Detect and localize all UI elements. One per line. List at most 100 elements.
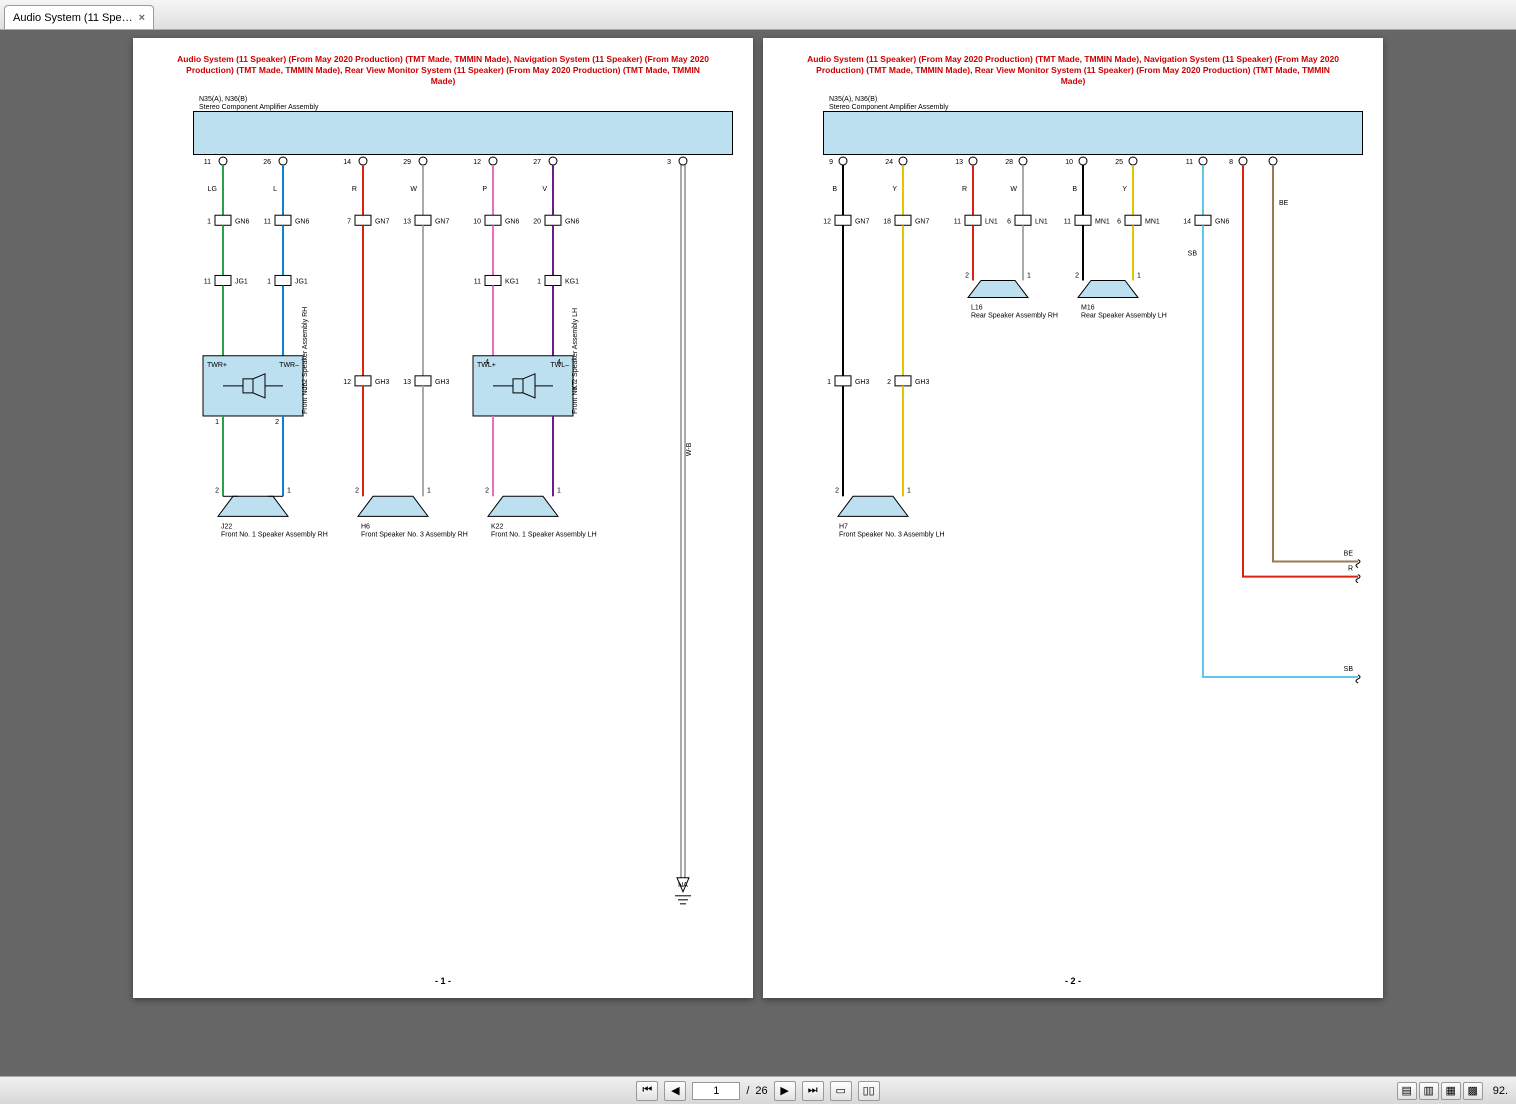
svg-text:GH3: GH3 <box>375 379 389 386</box>
prev-icon: ◀ <box>671 1084 679 1097</box>
view-mode-1-button[interactable]: ▤ <box>1397 1082 1417 1100</box>
prev-page-button[interactable]: ◀ <box>664 1081 686 1101</box>
single-page-icon: ▭ <box>835 1084 845 1097</box>
single-page-button[interactable]: ▭ <box>830 1081 852 1101</box>
svg-text:27: 27 <box>533 159 541 166</box>
svg-text:1: 1 <box>427 487 431 494</box>
svg-text:Rear Speaker Assembly RH: Rear Speaker Assembly RH <box>971 313 1058 320</box>
svg-text:J22: J22 <box>221 523 232 530</box>
svg-text:LN1: LN1 <box>985 218 998 225</box>
svg-text:GH3: GH3 <box>855 379 869 386</box>
facing-page-button[interactable]: ▯▯ <box>858 1081 880 1101</box>
svg-text:H6: H6 <box>361 523 370 530</box>
svg-text:W-B: W-B <box>686 442 693 456</box>
svg-text:GN6: GN6 <box>565 218 579 225</box>
svg-text:P: P <box>482 186 487 193</box>
workspace[interactable]: Audio System (11 Speaker) (From May 2020… <box>0 30 1516 1076</box>
svg-text:9: 9 <box>829 159 833 166</box>
svg-text:11: 11 <box>474 278 481 285</box>
last-icon: ⏭ <box>808 1084 818 1097</box>
svg-text:2: 2 <box>355 487 359 494</box>
first-page-button[interactable]: ⏮ <box>636 1081 658 1101</box>
svg-text:1: 1 <box>537 278 541 285</box>
svg-text:12: 12 <box>473 159 481 166</box>
svg-text:Y: Y <box>892 186 897 193</box>
svg-text:2: 2 <box>887 379 891 386</box>
page-1: Audio System (11 Speaker) (From May 2020… <box>133 38 753 998</box>
diagram-title: Audio System (11 Speaker) (From May 2020… <box>173 54 713 87</box>
svg-text:SB: SB <box>1344 666 1354 673</box>
svg-text:TWR–: TWR– <box>279 362 299 369</box>
svg-text:GN7: GN7 <box>375 218 389 225</box>
svg-text:LG: LG <box>208 186 217 193</box>
svg-text:GN6: GN6 <box>235 218 249 225</box>
svg-text:B: B <box>832 186 837 193</box>
svg-text:GH3: GH3 <box>435 379 449 386</box>
svg-text:W: W <box>1010 186 1017 193</box>
last-page-button[interactable]: ⏭ <box>802 1081 824 1101</box>
svg-text:2: 2 <box>275 419 279 426</box>
view-mode-2-button[interactable]: ▥ <box>1419 1082 1439 1100</box>
svg-text:24: 24 <box>885 159 893 166</box>
svg-text:7: 7 <box>347 218 351 225</box>
svg-text:K22: K22 <box>491 523 504 530</box>
svg-text:R: R <box>352 186 357 193</box>
next-page-button[interactable]: ▶ <box>774 1081 796 1101</box>
svg-text:R: R <box>1348 566 1353 573</box>
svg-text:13: 13 <box>403 379 411 386</box>
svg-text:11: 11 <box>954 218 961 225</box>
wiring-diagram-page2: TWL+ TWL– RR+ RR– RL+ RL– SPD TX+ TX– <box>823 155 1363 948</box>
svg-text:1: 1 <box>1027 272 1031 279</box>
svg-text:29: 29 <box>403 159 411 166</box>
svg-text:Y: Y <box>1122 186 1127 193</box>
svg-text:11: 11 <box>1186 159 1193 166</box>
page-number: - 2 - <box>763 976 1383 986</box>
svg-text:2: 2 <box>215 487 219 494</box>
svg-text:BE: BE <box>1344 551 1354 558</box>
svg-text:W: W <box>410 186 417 193</box>
svg-text:H7: H7 <box>839 523 848 530</box>
svg-text:Rear Speaker Assembly LH: Rear Speaker Assembly LH <box>1081 313 1167 320</box>
svg-text:14: 14 <box>1183 218 1191 225</box>
page-number: - 1 - <box>133 976 753 986</box>
view-mode-4-button[interactable]: ▩ <box>1463 1082 1483 1100</box>
svg-text:10: 10 <box>473 218 481 225</box>
svg-text:25: 25 <box>1115 159 1123 166</box>
next-icon: ▶ <box>780 1084 788 1097</box>
svg-text:1: 1 <box>1137 272 1141 279</box>
svg-text:6: 6 <box>1007 218 1011 225</box>
svg-text:6: 6 <box>1117 218 1121 225</box>
facing-page-icon: ▯▯ <box>863 1084 875 1097</box>
svg-text:11: 11 <box>204 278 211 285</box>
svg-text:1: 1 <box>215 419 219 426</box>
tab-bar: Audio System (11 Spe… × <box>0 0 1516 30</box>
svg-text:Front No. 1 Speaker Assembly L: Front No. 1 Speaker Assembly LH <box>491 531 597 538</box>
svg-text:14: 14 <box>343 159 351 166</box>
svg-text:JG1: JG1 <box>295 278 308 285</box>
svg-text:12: 12 <box>823 218 831 225</box>
svg-text:SB: SB <box>1188 250 1198 257</box>
svg-text:13: 13 <box>955 159 963 166</box>
close-icon[interactable]: × <box>139 12 145 24</box>
svg-text:TWR+: TWR+ <box>207 362 227 369</box>
svg-text:11: 11 <box>1064 218 1071 225</box>
svg-text:Front No. 2 Speaker Assembly R: Front No. 2 Speaker Assembly RH <box>302 307 309 414</box>
svg-text:MN1: MN1 <box>1145 218 1160 225</box>
svg-text:NA: NA <box>678 882 688 889</box>
svg-text:11: 11 <box>204 159 211 166</box>
view-mode-3-button[interactable]: ▦ <box>1441 1082 1461 1100</box>
amplifier-box <box>823 111 1363 155</box>
svg-text:GN6: GN6 <box>1215 218 1229 225</box>
amplifier-box <box>193 111 733 155</box>
amplifier-label: N35(A), N36(B) Stereo Component Amplifie… <box>829 96 948 111</box>
page-input[interactable] <box>692 1082 740 1100</box>
page-sep: / <box>746 1085 749 1097</box>
document-tab[interactable]: Audio System (11 Spe… × <box>4 5 154 29</box>
tab-title: Audio System (11 Spe… <box>13 12 133 24</box>
svg-text:GN6: GN6 <box>505 218 519 225</box>
svg-text:R: R <box>962 186 967 193</box>
svg-text:MN1: MN1 <box>1095 218 1110 225</box>
view3-icon: ▦ <box>1446 1084 1456 1097</box>
svg-text:GN6: GN6 <box>295 218 309 225</box>
svg-text:11: 11 <box>264 218 271 225</box>
